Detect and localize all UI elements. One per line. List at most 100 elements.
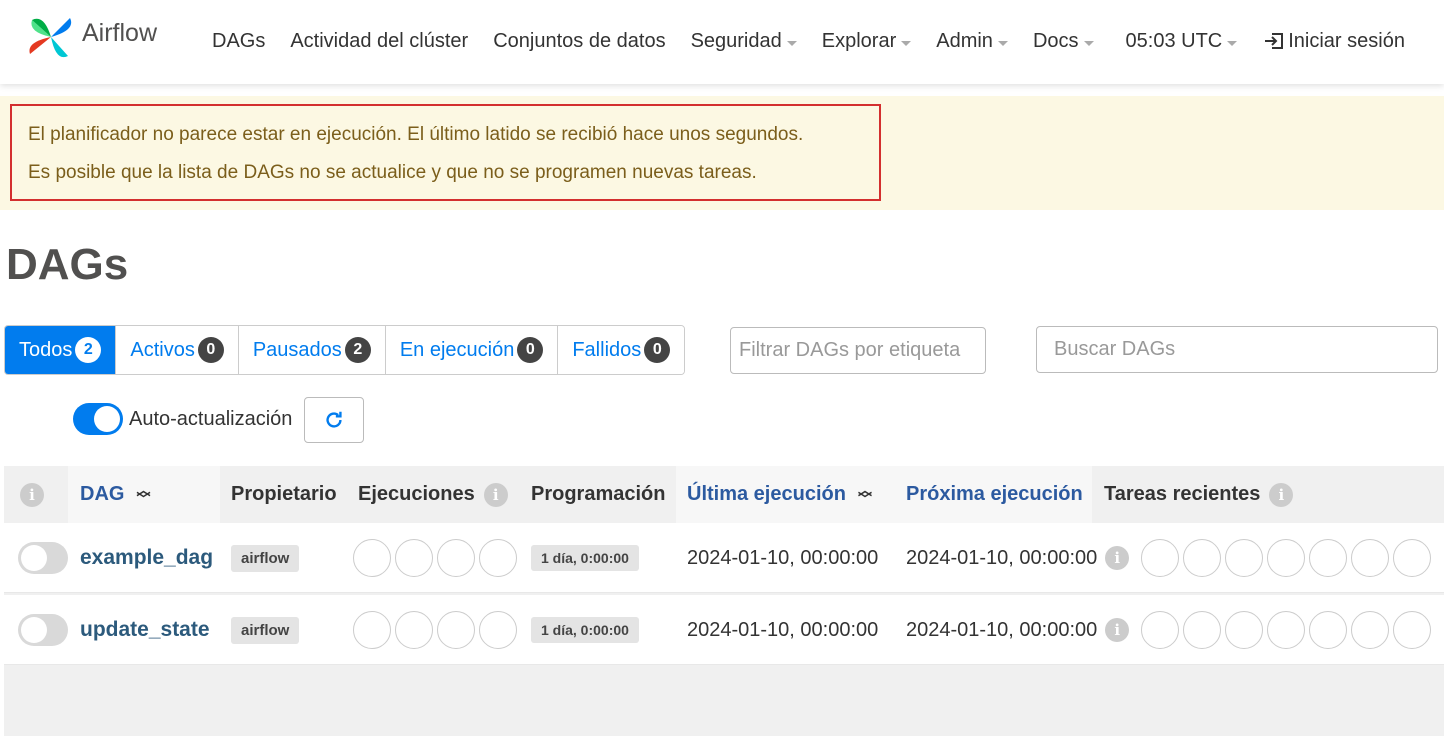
chevron-down-icon — [786, 40, 797, 46]
nav-security-label: Seguridad — [690, 29, 782, 52]
search-input[interactable] — [1036, 326, 1438, 373]
info-icon[interactable]: i — [483, 482, 508, 507]
table-row: update_state airflow 1 día, 0:00:00 2024… — [4, 595, 1444, 665]
nav-datasets[interactable]: Conjuntos de datos — [493, 30, 665, 53]
run-status-circle[interactable] — [437, 611, 475, 649]
task-status-circle[interactable] — [1309, 539, 1347, 577]
tab-label: Todos — [19, 338, 73, 361]
nav-security[interactable]: Seguridad — [691, 30, 797, 53]
header-last-run-label: Última ejecución — [687, 483, 846, 505]
task-status-circle[interactable] — [1225, 539, 1263, 577]
task-status-circle[interactable] — [1267, 539, 1305, 577]
tag-filter-input[interactable] — [730, 327, 986, 374]
count-badge: 0 — [644, 337, 671, 363]
schedule-tag[interactable]: 1 día, 0:00:00 — [531, 545, 639, 571]
header-last-run[interactable]: Última ejecución ︿ ﹀ — [676, 466, 894, 523]
nav-cluster-activity[interactable]: Actividad del clúster — [290, 30, 468, 53]
brand[interactable]: Airflow — [24, 10, 157, 64]
pause-toggle[interactable] — [18, 523, 68, 593]
table-row: example_dag airflow 1 día, 0:00:00 2024-… — [4, 523, 1444, 593]
sort-icon: ︿ ﹀ — [857, 481, 872, 507]
task-status-circle[interactable] — [1267, 611, 1305, 649]
tab-active[interactable]: Activos 0 — [116, 326, 239, 374]
tab-all[interactable]: Todos 2 — [5, 326, 117, 374]
run-status-circle[interactable] — [437, 539, 475, 577]
header-recent-tasks-label: Tareas recientes — [1104, 483, 1261, 505]
last-run-date[interactable]: 2024-01-10, 00:00:00 — [687, 547, 878, 570]
task-status-circle[interactable] — [1225, 611, 1263, 649]
pause-toggle[interactable] — [18, 595, 68, 665]
schedule-tag[interactable]: 1 día, 0:00:00 — [531, 617, 639, 643]
header-dag-label: DAG — [80, 483, 125, 505]
nav-dags[interactable]: DAGs — [212, 30, 265, 53]
chevron-down-icon — [1227, 40, 1238, 46]
count-badge: 0 — [197, 337, 224, 363]
header-next-run[interactable]: Próxima ejecución — [894, 466, 1092, 523]
toggle-switch[interactable] — [18, 542, 68, 574]
auto-refresh-label: Auto-actualización — [129, 408, 293, 430]
tab-label: Fallidos — [572, 338, 642, 361]
login-icon — [1265, 33, 1284, 49]
refresh-icon — [326, 411, 342, 428]
task-status-circle[interactable] — [1351, 611, 1389, 649]
info-icon[interactable]: i — [1105, 618, 1130, 642]
tab-running[interactable]: En ejecución 0 — [385, 326, 559, 374]
task-status-circle[interactable] — [1141, 539, 1179, 577]
chevron-down-icon — [997, 40, 1008, 46]
toggle-switch[interactable] — [18, 614, 68, 646]
info-icon[interactable]: i — [1105, 546, 1130, 570]
nav-admin[interactable]: Admin — [936, 30, 1008, 53]
chevron-down-icon — [1083, 40, 1094, 46]
run-status-circle[interactable] — [479, 611, 517, 649]
airflow-logo-icon — [29, 18, 72, 58]
task-status-circle[interactable] — [1183, 611, 1221, 649]
task-status-circle[interactable] — [1393, 611, 1431, 649]
header-runs: Ejecuciones i — [358, 466, 508, 523]
recent-tasks-circles — [1141, 595, 1435, 665]
status-filter-tabs: Todos 2 Activos 0 Pausados 2 En ejecución 0 … — [4, 325, 686, 375]
task-status-circle[interactable] — [1393, 539, 1431, 577]
alert-line-2: Es posible que la lista de DAGs no se ac… — [28, 162, 757, 183]
header-dag[interactable]: DAG ︿ ﹀ — [68, 466, 220, 523]
task-status-circle[interactable] — [1309, 611, 1347, 649]
task-status-circle[interactable] — [1351, 539, 1389, 577]
run-status-circle[interactable] — [395, 539, 433, 577]
nav-browse-label: Explorar — [821, 29, 897, 52]
run-status-circle[interactable] — [353, 611, 391, 649]
run-status-circle[interactable] — [353, 539, 391, 577]
header-recent-tasks: Tareas recientes i — [1104, 466, 1294, 523]
nav-admin-label: Admin — [936, 29, 993, 52]
last-run-date[interactable]: 2024-01-10, 00:00:00 — [687, 619, 878, 642]
run-status-circle[interactable] — [479, 539, 517, 577]
table-header: i DAG ︿ ﹀ Propietario Ejecuciones i Program… — [4, 466, 1444, 523]
nav-browse[interactable]: Explorar — [821, 29, 912, 53]
dag-table: i DAG ︿ ﹀ Propietario Ejecuciones i Program… — [4, 466, 1444, 736]
refresh-button[interactable] — [304, 397, 364, 443]
tab-failed[interactable]: Fallidos 0 — [558, 326, 685, 374]
recent-tasks-circles — [1141, 523, 1435, 593]
login-label: Iniciar sesión — [1288, 29, 1405, 52]
count-badge: 2 — [344, 337, 371, 363]
header-runs-label: Ejecuciones — [358, 483, 475, 505]
runs-circles — [353, 523, 521, 593]
owner-tag[interactable]: airflow — [231, 616, 300, 644]
toggle-knob — [21, 545, 47, 571]
info-icon[interactable]: i — [20, 482, 44, 507]
dag-id-link[interactable]: update_state — [80, 618, 210, 642]
nav-docs[interactable]: Docs — [1033, 30, 1094, 53]
nav-clock[interactable]: 05:03 UTC — [1126, 30, 1238, 53]
nav-clock-label: 05:03 UTC — [1125, 29, 1223, 52]
toggle-knob — [21, 617, 47, 643]
owner-tag[interactable]: airflow — [231, 544, 300, 572]
task-status-circle[interactable] — [1183, 539, 1221, 577]
info-icon[interactable]: i — [1269, 482, 1294, 507]
brand-name: Airflow — [82, 18, 158, 47]
nav-docs-label: Docs — [1032, 29, 1079, 52]
dag-id-link[interactable]: example_dag — [80, 546, 213, 570]
auto-refresh-toggle[interactable] — [73, 403, 123, 435]
login-link[interactable]: Iniciar sesión — [1262, 29, 1405, 53]
tab-paused[interactable]: Pausados 2 — [238, 326, 386, 374]
run-status-circle[interactable] — [395, 611, 433, 649]
alert-line-1: El planificador no parece estar en ejecu… — [28, 124, 804, 145]
task-status-circle[interactable] — [1141, 611, 1179, 649]
